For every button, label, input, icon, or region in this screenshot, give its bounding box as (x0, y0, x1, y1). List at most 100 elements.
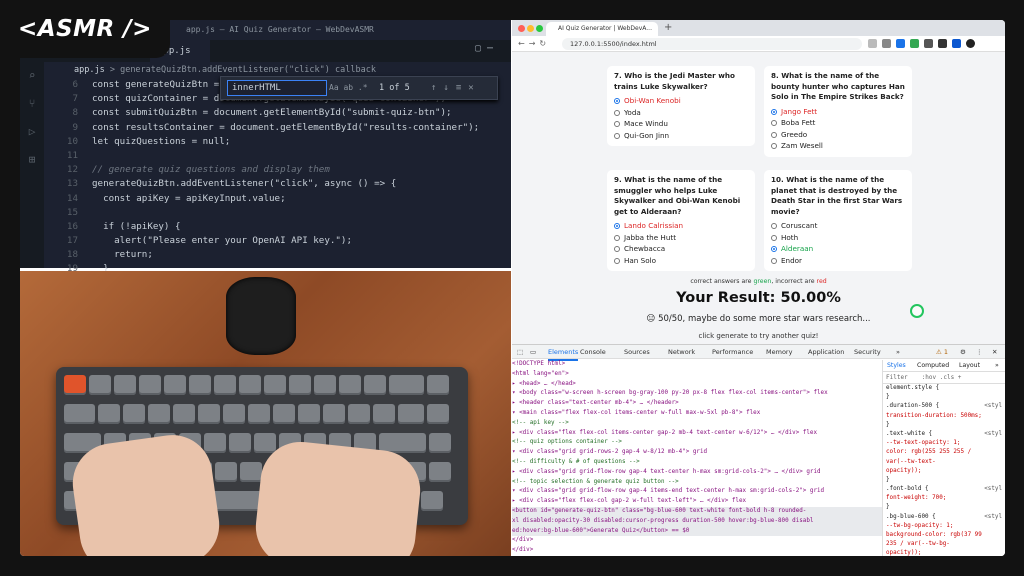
dom-node[interactable]: <!-- api key --> (512, 419, 882, 429)
url-field[interactable]: 127.0.0.1:5500/index.html (562, 38, 862, 50)
radio-button[interactable] (771, 257, 777, 264)
extension-icon[interactable] (910, 39, 919, 48)
answer-option[interactable]: Greedo (771, 129, 905, 141)
answer-option[interactable]: Boba Fett (771, 117, 905, 129)
arrow-up-icon[interactable]: ↑ (431, 83, 443, 93)
back-icon[interactable]: ← (518, 39, 529, 48)
devtools-tab[interactable]: » (896, 345, 900, 359)
extension-icon[interactable] (882, 39, 891, 48)
answer-option[interactable]: Hoth (771, 232, 905, 244)
minimize-window-icon[interactable] (527, 25, 534, 32)
style-source[interactable]: <styl (984, 430, 1005, 439)
radio-button[interactable] (771, 108, 777, 115)
warnings-badge[interactable]: ⚠ 1 (936, 345, 948, 359)
dom-node[interactable]: ▸ <head> … </head> (512, 380, 882, 390)
answer-option[interactable]: Qui-Gon Jinn (614, 130, 748, 142)
dom-node[interactable]: <!-- quiz options container --> (512, 438, 882, 448)
style-source[interactable]: <styl (984, 485, 1005, 494)
answer-option[interactable]: Yoda (614, 107, 748, 119)
devtools-tab[interactable]: Memory (766, 345, 792, 359)
devtools-tab[interactable]: Security (854, 345, 881, 359)
styles-tab[interactable]: Styles (887, 360, 906, 372)
radio-button[interactable] (614, 223, 620, 229)
close-window-icon[interactable] (518, 25, 525, 32)
dom-node[interactable]: <html lang="en"> (512, 370, 882, 380)
styles-tab[interactable]: » (995, 360, 999, 372)
dom-node[interactable]: ▸ <div class="flex flex-col gap-2 w-full… (512, 497, 882, 507)
selection-icon[interactable]: ≡ (456, 83, 468, 93)
new-tab-icon[interactable]: + (664, 20, 672, 36)
radio-button[interactable] (771, 131, 777, 138)
devtools-tab[interactable]: Sources (624, 345, 650, 359)
styles-tab[interactable]: Computed (917, 360, 949, 372)
answer-option[interactable]: Jabba the Hutt (614, 232, 748, 244)
extension-icon[interactable] (938, 39, 947, 48)
browser-tab[interactable]: AI Quiz Generator | WebDevA... (546, 22, 658, 36)
answer-option[interactable]: Zam Wesell (771, 140, 905, 152)
filter-input[interactable]: Filter (886, 374, 908, 381)
radio-button[interactable] (614, 132, 620, 139)
extensions-icon[interactable]: ⊞ (20, 146, 44, 174)
radio-button[interactable] (771, 223, 777, 229)
find-input[interactable]: innerHTML (227, 80, 327, 96)
dom-node[interactable]: <!-- difficulty & # of questions --> (512, 458, 882, 468)
answer-option[interactable]: Obi-Wan Kenobi (614, 95, 748, 107)
maximize-window-icon[interactable] (536, 25, 543, 32)
radio-button[interactable] (614, 109, 620, 116)
dom-node[interactable]: ▾ <div class="grid grid-rows-2 gap-4 w-8… (512, 448, 882, 458)
run-debug-icon[interactable]: ▷ (20, 118, 44, 146)
search-icon[interactable]: ⌕ (20, 62, 44, 90)
breadcrumb-file[interactable]: app.js (74, 65, 105, 75)
radio-button[interactable] (771, 234, 777, 241)
answer-option[interactable]: Jango Fett (771, 106, 905, 118)
source-control-icon[interactable]: ⑂ (20, 90, 44, 118)
dom-node[interactable]: </div> (512, 546, 882, 556)
gear-icon[interactable]: ⚙ (960, 345, 966, 359)
radio-button[interactable] (771, 246, 777, 253)
dom-node[interactable]: xl disabled:opacity-30 disabled:cursor-p… (512, 516, 882, 527)
answer-option[interactable]: Mace Windu (614, 118, 748, 130)
dom-node[interactable]: ▾ <main class="flex flex-col items-cente… (512, 409, 882, 419)
elements-tree[interactable]: <!DOCTYPE html> <html lang="en"> ▸ <head>… (512, 360, 882, 556)
styles-tab[interactable]: Layout (959, 360, 980, 372)
dom-node[interactable]: ▸ <div class="flex flex-col items-center… (512, 429, 882, 439)
more-options-icon[interactable]: ⋮ (976, 345, 983, 359)
dom-node[interactable]: ▾ <div class="grid grid-flow-row gap-4 i… (512, 487, 882, 497)
inspect-icon[interactable]: ⬚ (517, 345, 523, 359)
dom-node[interactable]: ▾ <body class="w-screen h-screen bg-gray… (512, 389, 882, 399)
answer-option[interactable]: Chewbacca (614, 243, 748, 255)
dom-node[interactable]: ed:hover:bg-blue-600">Generate Quiz</but… (512, 526, 882, 537)
radio-button[interactable] (771, 120, 777, 127)
dom-node[interactable]: <!DOCTYPE html> (512, 360, 882, 370)
answer-option[interactable]: Han Solo (614, 255, 748, 267)
close-icon[interactable]: ✕ (468, 83, 480, 93)
split-editor-icon[interactable]: ▢ (475, 43, 487, 54)
radio-button[interactable] (614, 234, 620, 241)
extension-icon[interactable] (952, 39, 961, 48)
devtools-tab[interactable]: Network (668, 345, 695, 359)
radio-button[interactable] (614, 98, 620, 104)
style-source[interactable]: <styl (984, 513, 1005, 522)
radio-button[interactable] (614, 121, 620, 128)
answer-option[interactable]: Lando Calrissian (614, 220, 748, 232)
answer-option[interactable]: Endor (771, 255, 905, 267)
extension-icon[interactable] (868, 39, 877, 48)
breadcrumb-symbol[interactable]: generateQuizBtn.addEventListener("click"… (120, 65, 376, 75)
more-actions-icon[interactable]: ⋯ (487, 43, 499, 54)
profile-avatar-icon[interactable] (966, 39, 975, 48)
filter-tools[interactable]: :hov .cls + (922, 374, 962, 381)
devtools-tab[interactable]: Application (808, 345, 844, 359)
dom-node[interactable]: ▸ <div class="grid grid-flow-row gap-4 t… (512, 468, 882, 478)
answer-option[interactable]: Coruscant (771, 220, 905, 232)
dom-node[interactable]: </div> (512, 536, 882, 546)
dom-node[interactable]: ▸ <header class="text-center mb-4"> … </… (512, 399, 882, 409)
extension-icon[interactable] (896, 39, 905, 48)
extension-icon[interactable] (924, 39, 933, 48)
radio-button[interactable] (614, 257, 620, 264)
devtools-tab[interactable]: Elements (548, 345, 579, 361)
devtools-tab[interactable]: Performance (712, 345, 753, 359)
answer-option[interactable]: Alderaan (771, 243, 905, 255)
radio-button[interactable] (771, 143, 777, 150)
style-source[interactable]: <styl (984, 402, 1005, 411)
forward-icon[interactable]: → (529, 39, 540, 48)
